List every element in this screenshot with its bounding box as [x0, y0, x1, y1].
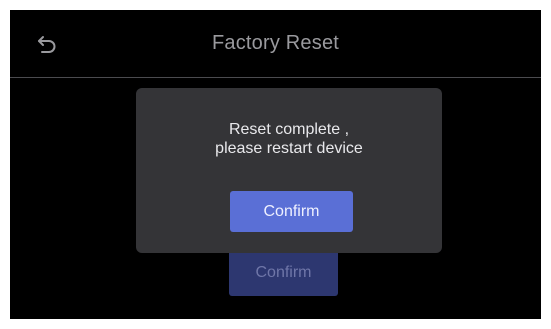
- confirm-button[interactable]: Confirm: [230, 191, 353, 232]
- device-screen: Factory Reset Confirm Reset complete , p…: [10, 10, 541, 319]
- dialog-message: Reset complete , please restart device: [136, 120, 442, 158]
- dialog-message-line-1: Reset complete ,: [228, 121, 350, 138]
- reset-complete-dialog: Reset complete , please restart device C…: [136, 88, 442, 253]
- dialog-message-line-2: please restart device: [215, 140, 363, 157]
- header-divider: [10, 77, 541, 78]
- page-title: Factory Reset: [211, 32, 340, 54]
- header: Factory Reset: [10, 10, 541, 77]
- background-confirm-button[interactable]: Confirm: [229, 249, 338, 296]
